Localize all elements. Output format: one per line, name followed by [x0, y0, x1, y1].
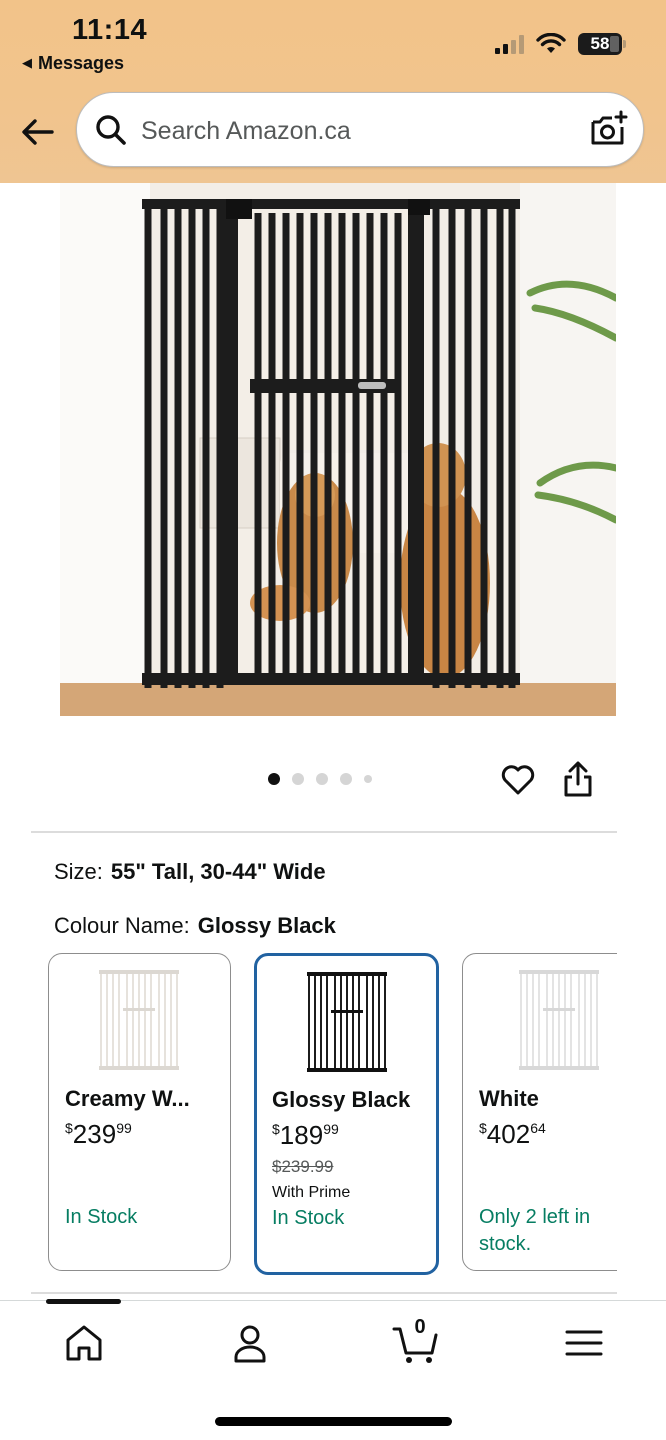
search-icon	[96, 115, 126, 145]
share-icon[interactable]	[561, 760, 595, 798]
search-bar[interactable]: Search Amazon.ca	[76, 92, 644, 167]
swatch-thumbnail	[307, 972, 387, 1072]
back-to-messages[interactable]: ◀ Messages	[22, 53, 124, 74]
size-label: Size:	[54, 859, 103, 884]
swatch-name: Creamy W...	[65, 1086, 190, 1111]
swatch-thumbnail	[519, 970, 599, 1070]
pagination-dot-1[interactable]	[268, 773, 280, 785]
swatch-name: Glossy Black	[272, 1087, 411, 1112]
swatch-creamy-white[interactable]: Creamy W... $23999 In Stock	[48, 953, 231, 1271]
swatch-was-price: $239.99	[272, 1157, 334, 1176]
colour-label: Colour Name:	[54, 913, 190, 938]
image-pagination-dots[interactable]	[268, 773, 372, 785]
active-tab-indicator	[46, 1299, 121, 1304]
status-icons: 58	[495, 32, 626, 56]
battery-icon: 58	[578, 33, 626, 55]
size-value: 55" Tall, 30-44" Wide	[110, 859, 326, 884]
pagination-dot-5[interactable]	[364, 775, 372, 783]
search-placeholder: Search Amazon.ca	[141, 117, 351, 145]
swatch-price: $23999	[65, 1119, 132, 1149]
colour-value: Glossy Black	[197, 913, 336, 938]
swatch-price: $18999	[272, 1120, 339, 1150]
cellular-signal-icon	[495, 34, 524, 54]
swatch-name: White	[479, 1086, 539, 1111]
wifi-icon	[536, 33, 566, 53]
colour-row: Colour Name: Glossy Black	[54, 913, 336, 939]
swatch-stock: In Stock	[272, 1207, 345, 1229]
pagination-dot-3[interactable]	[316, 773, 328, 785]
menu-icon[interactable]	[562, 1321, 606, 1365]
status-time: 11:14	[72, 14, 148, 46]
product-image[interactable]	[60, 183, 616, 716]
divider	[31, 1292, 617, 1294]
colour-swatches: Creamy W... $23999 In Stock Glossy Black…	[0, 953, 617, 1278]
home-icon[interactable]	[62, 1321, 106, 1365]
pagination-dot-4[interactable]	[340, 773, 352, 785]
cart-count: 0	[414, 1316, 426, 1338]
size-row: Size: 55" Tall, 30-44" Wide	[54, 859, 326, 885]
header: 11:14 ◀ Messages 58 Search Amazon.ca	[0, 0, 666, 183]
back-triangle-icon: ◀	[22, 55, 32, 70]
swatch-glossy-black[interactable]: Glossy Black $18999 $239.99 With Prime I…	[254, 953, 439, 1275]
divider	[31, 831, 617, 833]
account-icon[interactable]	[228, 1321, 272, 1365]
swatch-price: $40264	[479, 1119, 546, 1149]
heart-icon[interactable]	[500, 762, 536, 798]
battery-level: 58	[590, 34, 610, 53]
swatch-stock: Only 2 left in stock.	[479, 1206, 591, 1255]
back-app-label: Messages	[38, 53, 125, 73]
swatch-thumbnail	[99, 970, 179, 1070]
camera-icon[interactable]	[587, 109, 629, 151]
swatch-stock: In Stock	[65, 1206, 138, 1228]
pagination-dot-2[interactable]	[292, 773, 304, 785]
home-indicator[interactable]	[215, 1417, 452, 1426]
back-arrow-icon[interactable]	[18, 112, 58, 152]
swatch-prime-label: With Prime	[272, 1184, 351, 1201]
swatch-white[interactable]: White $40264 Only 2 left in stock.	[462, 953, 617, 1271]
pet-gate-photo	[60, 183, 616, 716]
